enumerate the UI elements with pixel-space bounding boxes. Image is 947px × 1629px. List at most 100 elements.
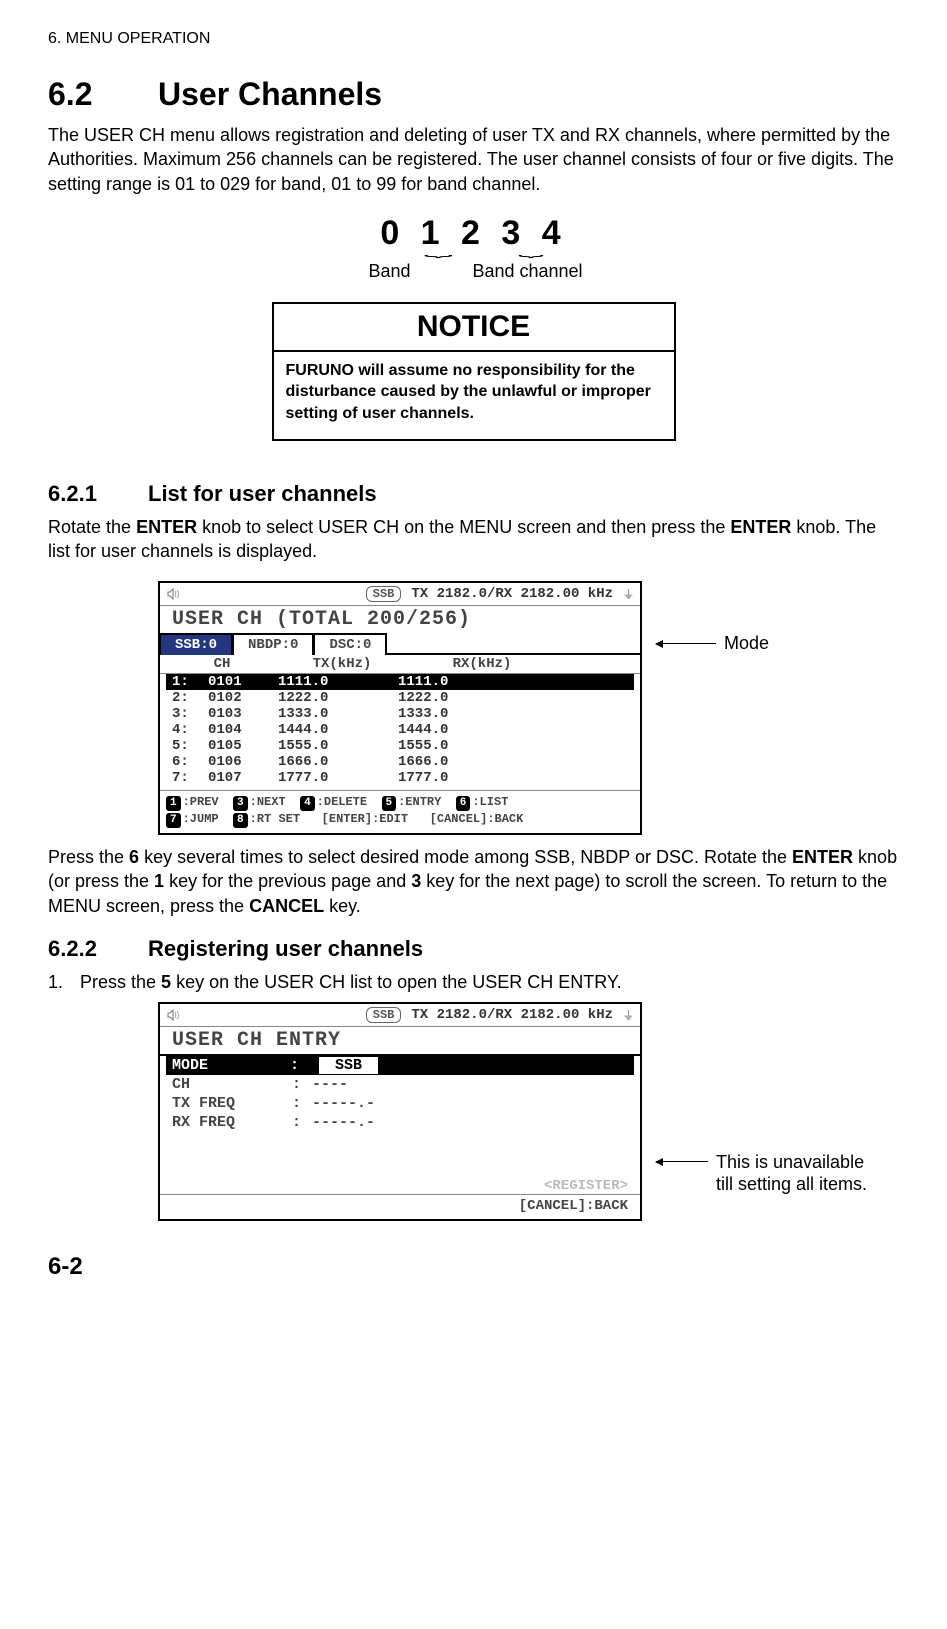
entry-ch-value: ---- bbox=[312, 1076, 348, 1093]
row-rx: 1111.0 bbox=[398, 674, 518, 690]
notice-body: FURUNO will assume no responsibility for… bbox=[274, 352, 674, 439]
notice-title: NOTICE bbox=[274, 304, 674, 352]
lcd-column-header: CH TX(kHz) RX(kHz) bbox=[160, 655, 640, 674]
heading-6-2-1-num: 6.2.1 bbox=[48, 481, 148, 507]
row-ch: 0107 bbox=[208, 770, 278, 786]
row-tx: 1111.0 bbox=[278, 674, 398, 690]
entry-rx-label: RX FREQ bbox=[172, 1114, 292, 1131]
table-row[interactable]: 5: 0105 1555.0 1555.0 bbox=[160, 738, 640, 754]
col-ch: CH bbox=[172, 656, 272, 672]
register-callout: This is unavailable till setting all ite… bbox=[656, 1152, 867, 1195]
speaker-icon bbox=[166, 1008, 182, 1022]
heading-6-2-num: 6.2 bbox=[48, 76, 158, 113]
row-ch: 0104 bbox=[208, 722, 278, 738]
row-ch: 0102 bbox=[208, 690, 278, 706]
entry-tx-label: TX FREQ bbox=[172, 1095, 292, 1112]
heading-6-2-2: 6.2.2Registering user channels bbox=[48, 936, 899, 962]
key-label: :ENTRY bbox=[398, 795, 441, 809]
entry-register-disabled: <REGISTER> bbox=[160, 1178, 640, 1194]
key-label-cancel: [CANCEL]:BACK bbox=[430, 812, 524, 826]
table-row[interactable]: 6: 0106 1666.0 1666.0 bbox=[160, 754, 640, 770]
section-6-2-1-after: Press the 6 key several times to select … bbox=[48, 845, 899, 918]
lcd-title: USER CH (TOTAL 200/256) bbox=[160, 606, 640, 631]
entry-ch-label: CH bbox=[172, 1076, 292, 1093]
key-label: :RT SET bbox=[250, 812, 300, 826]
row-tx: 1222.0 bbox=[278, 690, 398, 706]
arrow-left-icon bbox=[656, 1161, 708, 1163]
key-label: :DELETE bbox=[317, 795, 367, 809]
entry-lcd-title: USER CH ENTRY bbox=[160, 1027, 640, 1056]
row-tx: 1777.0 bbox=[278, 770, 398, 786]
row-tx: 1444.0 bbox=[278, 722, 398, 738]
digit-figure: 0 1 2 3 4 ⏟ ⏟ Band Band channel bbox=[334, 214, 614, 282]
table-row[interactable]: 1: 0101 1111.0 1111.0 bbox=[166, 674, 634, 690]
speaker-icon bbox=[166, 587, 182, 601]
entry-cancel-hint: [CANCEL]:BACK bbox=[160, 1194, 640, 1219]
key-badge-5: 5 bbox=[382, 796, 397, 811]
row-tx: 1555.0 bbox=[278, 738, 398, 754]
mode-pill: SSB bbox=[366, 1007, 402, 1023]
key-badge-6: 6 bbox=[456, 796, 471, 811]
heading-6-2-1: 6.2.1List for user channels bbox=[48, 481, 899, 507]
row-rx: 1444.0 bbox=[398, 722, 518, 738]
table-row[interactable]: 4: 0104 1444.0 1444.0 bbox=[160, 722, 640, 738]
brace-icon: ⏟ bbox=[423, 245, 633, 253]
mode-callout-label: Mode bbox=[724, 633, 769, 654]
key-badge-4: 4 bbox=[300, 796, 315, 811]
notice-box: NOTICE FURUNO will assume no responsibil… bbox=[272, 302, 676, 441]
col-tx: TX(kHz) bbox=[272, 656, 412, 672]
row-rx: 1666.0 bbox=[398, 754, 518, 770]
table-row[interactable]: 2: 0102 1222.0 1222.0 bbox=[160, 690, 640, 706]
register-callout-line1: This is unavailable bbox=[716, 1152, 864, 1172]
user-ch-list-figure: SSB TX 2182.0/RX 2182.00 kHz ⏚ USER CH (… bbox=[158, 581, 899, 835]
row-rx: 1333.0 bbox=[398, 706, 518, 722]
entry-tx-row[interactable]: TX FREQ : -----.- bbox=[160, 1094, 640, 1113]
row-idx: 1: bbox=[172, 674, 208, 690]
mode-callout: Mode bbox=[656, 633, 769, 654]
key-badge-3: 3 bbox=[233, 796, 248, 811]
entry-colon: : bbox=[292, 1095, 312, 1112]
row-ch: 0103 bbox=[208, 706, 278, 722]
entry-rx-value: -----.- bbox=[312, 1114, 375, 1131]
row-idx: 7: bbox=[172, 770, 208, 786]
heading-6-2-title: User Channels bbox=[158, 76, 382, 112]
user-ch-entry-figure: SSB TX 2182.0/RX 2182.00 kHz ⏚ USER CH E… bbox=[158, 1002, 899, 1221]
antenna-icon: ⏚ bbox=[623, 586, 634, 602]
digit-figure-braces: ⏟ ⏟ bbox=[334, 249, 614, 257]
section-6-2-1-intro: Rotate the ENTER knob to select USER CH … bbox=[48, 515, 899, 564]
row-idx: 3: bbox=[172, 706, 208, 722]
table-row[interactable]: 7: 0107 1777.0 1777.0 bbox=[160, 770, 640, 786]
col-rx: RX(kHz) bbox=[412, 656, 552, 672]
heading-6-2-1-title: List for user channels bbox=[148, 481, 377, 506]
entry-mode-row[interactable]: MODE : SSB bbox=[166, 1056, 634, 1075]
entry-tx-value: -----.- bbox=[312, 1095, 375, 1112]
lcd-footer: 1:PREV 3:NEXT 4:DELETE 5:ENTRY 6:LIST 7:… bbox=[160, 790, 640, 833]
tab-nbdp[interactable]: NBDP:0 bbox=[232, 633, 314, 655]
entry-colon: : bbox=[292, 1114, 312, 1131]
key-label: :LIST bbox=[472, 795, 508, 809]
row-ch: 0106 bbox=[208, 754, 278, 770]
entry-colon: : bbox=[290, 1057, 299, 1074]
tab-dsc[interactable]: DSC:0 bbox=[313, 633, 387, 655]
table-row[interactable]: 3: 0103 1333.0 1333.0 bbox=[160, 706, 640, 722]
key-badge-7: 7 bbox=[166, 813, 181, 828]
entry-mode-value: SSB bbox=[319, 1057, 378, 1074]
key-label-enter: [ENTER]:EDIT bbox=[322, 812, 408, 826]
key-badge-1: 1 bbox=[166, 796, 181, 811]
key-label: :JUMP bbox=[183, 812, 219, 826]
lcd-tab-row: SSB:0 NBDP:0 DSC:0 bbox=[160, 631, 640, 655]
digit-label-band: Band bbox=[350, 261, 430, 282]
entry-ch-row[interactable]: CH : ---- bbox=[160, 1075, 640, 1094]
entry-colon: : bbox=[292, 1076, 312, 1093]
row-ch: 0105 bbox=[208, 738, 278, 754]
entry-rx-row[interactable]: RX FREQ : -----.- bbox=[160, 1113, 640, 1132]
row-tx: 1333.0 bbox=[278, 706, 398, 722]
key-label: :NEXT bbox=[250, 795, 286, 809]
digit-label-band-channel: Band channel bbox=[458, 261, 598, 282]
row-rx: 1777.0 bbox=[398, 770, 518, 786]
step-1-text: Press the 5 key on the USER CH list to o… bbox=[80, 970, 622, 994]
step-1: 1. Press the 5 key on the USER CH list t… bbox=[48, 970, 899, 994]
arrow-left-icon bbox=[656, 643, 716, 645]
user-ch-entry-lcd: SSB TX 2182.0/RX 2182.00 kHz ⏚ USER CH E… bbox=[158, 1002, 642, 1221]
tab-ssb[interactable]: SSB:0 bbox=[159, 633, 233, 655]
